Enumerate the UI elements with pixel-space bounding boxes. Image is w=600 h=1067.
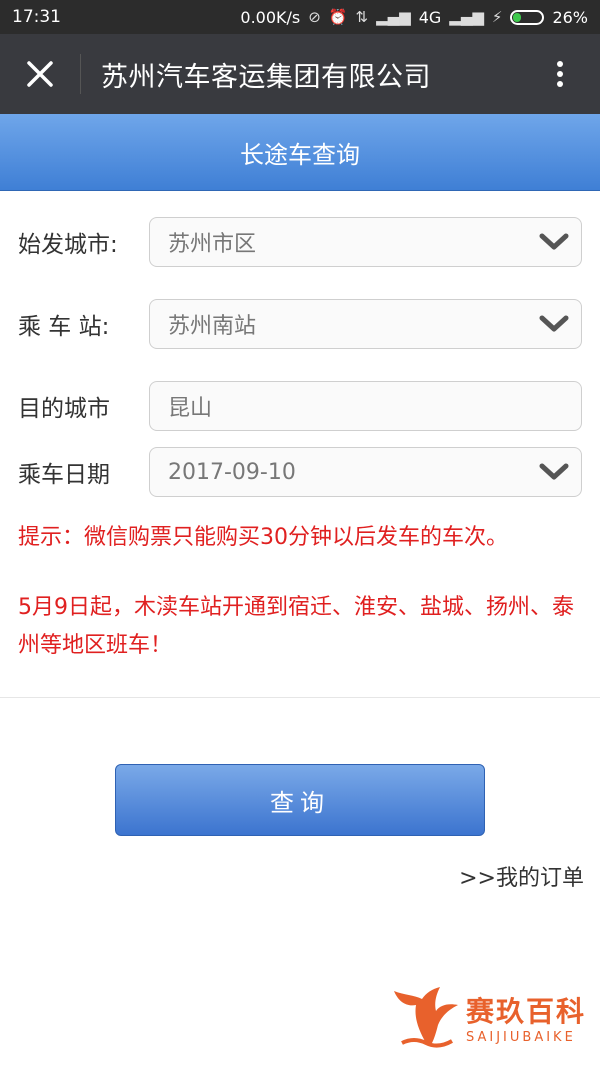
watermark-en: SAIJIUBAIKE <box>466 1029 576 1045</box>
date-row: 乘车日期 2017-09-10 <box>18 447 582 497</box>
data-transfer-icon: ⇅ <box>355 8 369 26</box>
station-label: 乘 车 站: <box>18 314 110 340</box>
search-form: 始发城市: 苏州市区 乘 车 站: 苏州南站 目的城市 昆山 乘车日期 2017… <box>0 191 600 497</box>
station-row: 乘 车 站: 苏州南站 <box>18 299 582 349</box>
signal-icon-2: ▂▄▆ <box>449 8 484 26</box>
notice: 提示：微信购票只能购买30分钟以后发车的车次。 5月9日起，木渎车站开通到宿迁、… <box>0 519 600 665</box>
destination-value: 昆山 <box>168 396 213 421</box>
chevron-down-icon <box>539 315 569 332</box>
departure-city-select[interactable]: 苏州市区 <box>149 217 582 267</box>
query-button[interactable]: 查询 <box>115 764 485 836</box>
status-time: 17:31 <box>12 7 61 27</box>
destination-row: 目的城市 昆山 <box>18 381 582 431</box>
section-header: 长途车查询 <box>0 114 600 191</box>
my-orders-link[interactable]: >>我的订单 <box>459 860 584 892</box>
page-title: 苏州汽车客运集团有限公司 <box>101 61 431 93</box>
status-icons: 0.00K/s ⊘ ⏰ ⇅ ▂▄▆ 4G ▂▄▆ ⚡ 26% <box>240 8 588 27</box>
date-value: 2017-09-10 <box>168 459 296 485</box>
status-bar: 17:31 0.00K/s ⊘ ⏰ ⇅ ▂▄▆ 4G ▂▄▆ ⚡ 26% <box>0 0 600 34</box>
chevron-down-icon <box>539 233 569 250</box>
date-label: 乘车日期 <box>18 462 110 488</box>
notice-announcement: 5月9日起，木渎车站开通到宿迁、淮安、盐城、扬州、泰州等地区班车！ <box>18 595 574 658</box>
close-icon <box>27 61 53 87</box>
whale-tail-icon <box>394 987 458 1048</box>
status-net-speed: 0.00K/s <box>240 7 301 27</box>
notice-tip: 提示：微信购票只能购买30分钟以后发车的车次。 <box>18 525 508 550</box>
alarm-icon: ⏰ <box>328 8 348 26</box>
station-value: 苏州南站 <box>168 314 257 339</box>
signal-icon: ▂▄▆ <box>376 8 411 26</box>
station-select[interactable]: 苏州南站 <box>149 299 582 349</box>
departure-city-row: 始发城市: 苏州市区 <box>18 217 582 267</box>
close-button[interactable] <box>0 34 80 114</box>
destination-label: 目的城市 <box>18 396 110 422</box>
more-icon <box>557 57 563 91</box>
watermark-logo: 赛玖百科 SAIJIUBAIKE <box>392 985 586 1049</box>
more-button[interactable] <box>520 34 600 114</box>
watermark-cn: 赛玖百科 <box>466 994 587 1028</box>
watermark-text: 赛玖百科 SAIJIUBAIKE <box>466 990 586 1045</box>
battery-icon <box>510 9 545 25</box>
section-divider <box>0 697 600 698</box>
chevron-down-icon <box>539 463 569 480</box>
title-bar: 苏州汽车客运集团有限公司 <box>0 34 600 114</box>
departure-city-label: 始发城市: <box>18 232 118 258</box>
date-select[interactable]: 2017-09-10 <box>149 447 582 497</box>
mute-icon: ⊘ <box>308 8 321 26</box>
status-network: 4G <box>418 7 442 27</box>
destination-input[interactable]: 昆山 <box>149 381 582 431</box>
status-battery: 26% <box>552 7 588 27</box>
departure-city-value: 苏州市区 <box>168 232 257 257</box>
charging-icon: ⚡ <box>491 8 503 26</box>
